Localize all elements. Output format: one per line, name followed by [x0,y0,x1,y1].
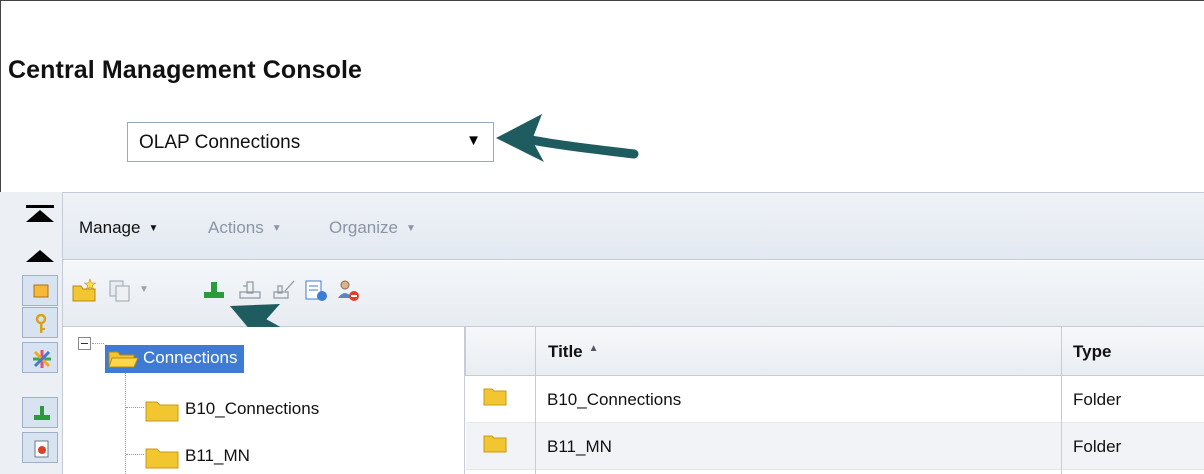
copy-icon[interactable] [107,278,133,304]
table-row[interactable]: B10_Connections Folder [466,376,1204,423]
cell-type: Folder [1073,437,1122,456]
view-dropdown[interactable]: OLAP Connections ▼ [127,122,494,162]
menu-actions-label: Actions [208,218,264,237]
chevron-down-icon: ▼ [405,223,416,234]
folder-icon [145,401,179,422]
left-icon-rail [0,192,63,474]
cell-title: B10_Connections [547,390,682,409]
rail-button-categories[interactable] [22,342,58,373]
collapse-all-icon[interactable] [22,200,58,270]
menu-bar: Manage ▼ Actions ▼ Organize ▼ [63,192,1204,260]
cell-type: Folder [1073,390,1122,409]
menu-manage-label: Manage [79,218,141,237]
folder-icon [145,448,179,469]
rail-button-document[interactable] [22,432,58,463]
folder-icon [483,435,507,453]
sort-ascending-icon: ▲ [588,343,599,354]
tree-connector [125,373,126,474]
open-folder-icon [108,351,139,368]
folder-icon [483,388,507,406]
tree-connector [92,343,104,344]
view-dropdown-value: OLAP Connections [139,132,301,153]
column-header-type-label: Type [1073,342,1112,361]
document-icon [34,440,49,458]
chevron-down-icon: ▼ [466,132,481,149]
column-header-title-label: Title [548,342,583,361]
menu-organize[interactable]: Organize ▼ [329,218,416,238]
new-folder-icon[interactable] [71,278,97,304]
tree-node-b10-connections[interactable]: B10_Connections [145,399,320,422]
chevron-down-icon: ▼ [148,223,159,234]
column-header-title[interactable]: Title ▲ [548,342,599,362]
rail-button-connections[interactable] [22,397,58,428]
chevron-down-icon: ▼ [271,223,282,234]
column-divider[interactable] [1061,327,1062,474]
tree-node-connections[interactable]: Connections [105,345,244,373]
tree-connector [126,407,144,408]
column-header-type[interactable]: Type [1073,342,1111,362]
menu-actions[interactable]: Actions ▼ [208,218,282,238]
column-divider [535,327,536,474]
table-row[interactable]: B11_MN Folder [466,423,1204,470]
key-icon [35,314,47,333]
callout-arrow-icon [496,114,639,162]
connection-icon [34,406,50,420]
menu-organize-label: Organize [329,218,398,237]
cell-title: B11_MN [547,437,612,456]
tree-connector [126,454,144,455]
folder-tree: Connections B10_Connections B11_MN [63,327,465,474]
new-connection-icon[interactable] [201,278,227,304]
tree-node-b11-mn[interactable]: B11_MN [145,446,250,469]
report-icon [33,284,49,298]
user-security-icon[interactable] [335,278,361,304]
categories-icon [33,350,51,368]
rail-button-reports[interactable] [22,275,58,306]
collapse-node-icon[interactable] [78,337,91,350]
tree-node-label: B10_Connections [185,399,320,418]
grid-header: Title ▲ Type [465,327,1204,376]
page-title: Central Management Console [8,56,363,84]
chevron-down-icon[interactable]: ▼ [139,284,149,295]
tree-node-label: Connections [143,348,238,367]
tree-node-label: B11_MN [185,446,250,465]
menu-manage[interactable]: Manage ▼ [79,218,158,238]
objects-grid: Title ▲ Type B10_Connections Folder B11_M… [465,327,1204,474]
rail-button-key[interactable] [22,307,58,338]
